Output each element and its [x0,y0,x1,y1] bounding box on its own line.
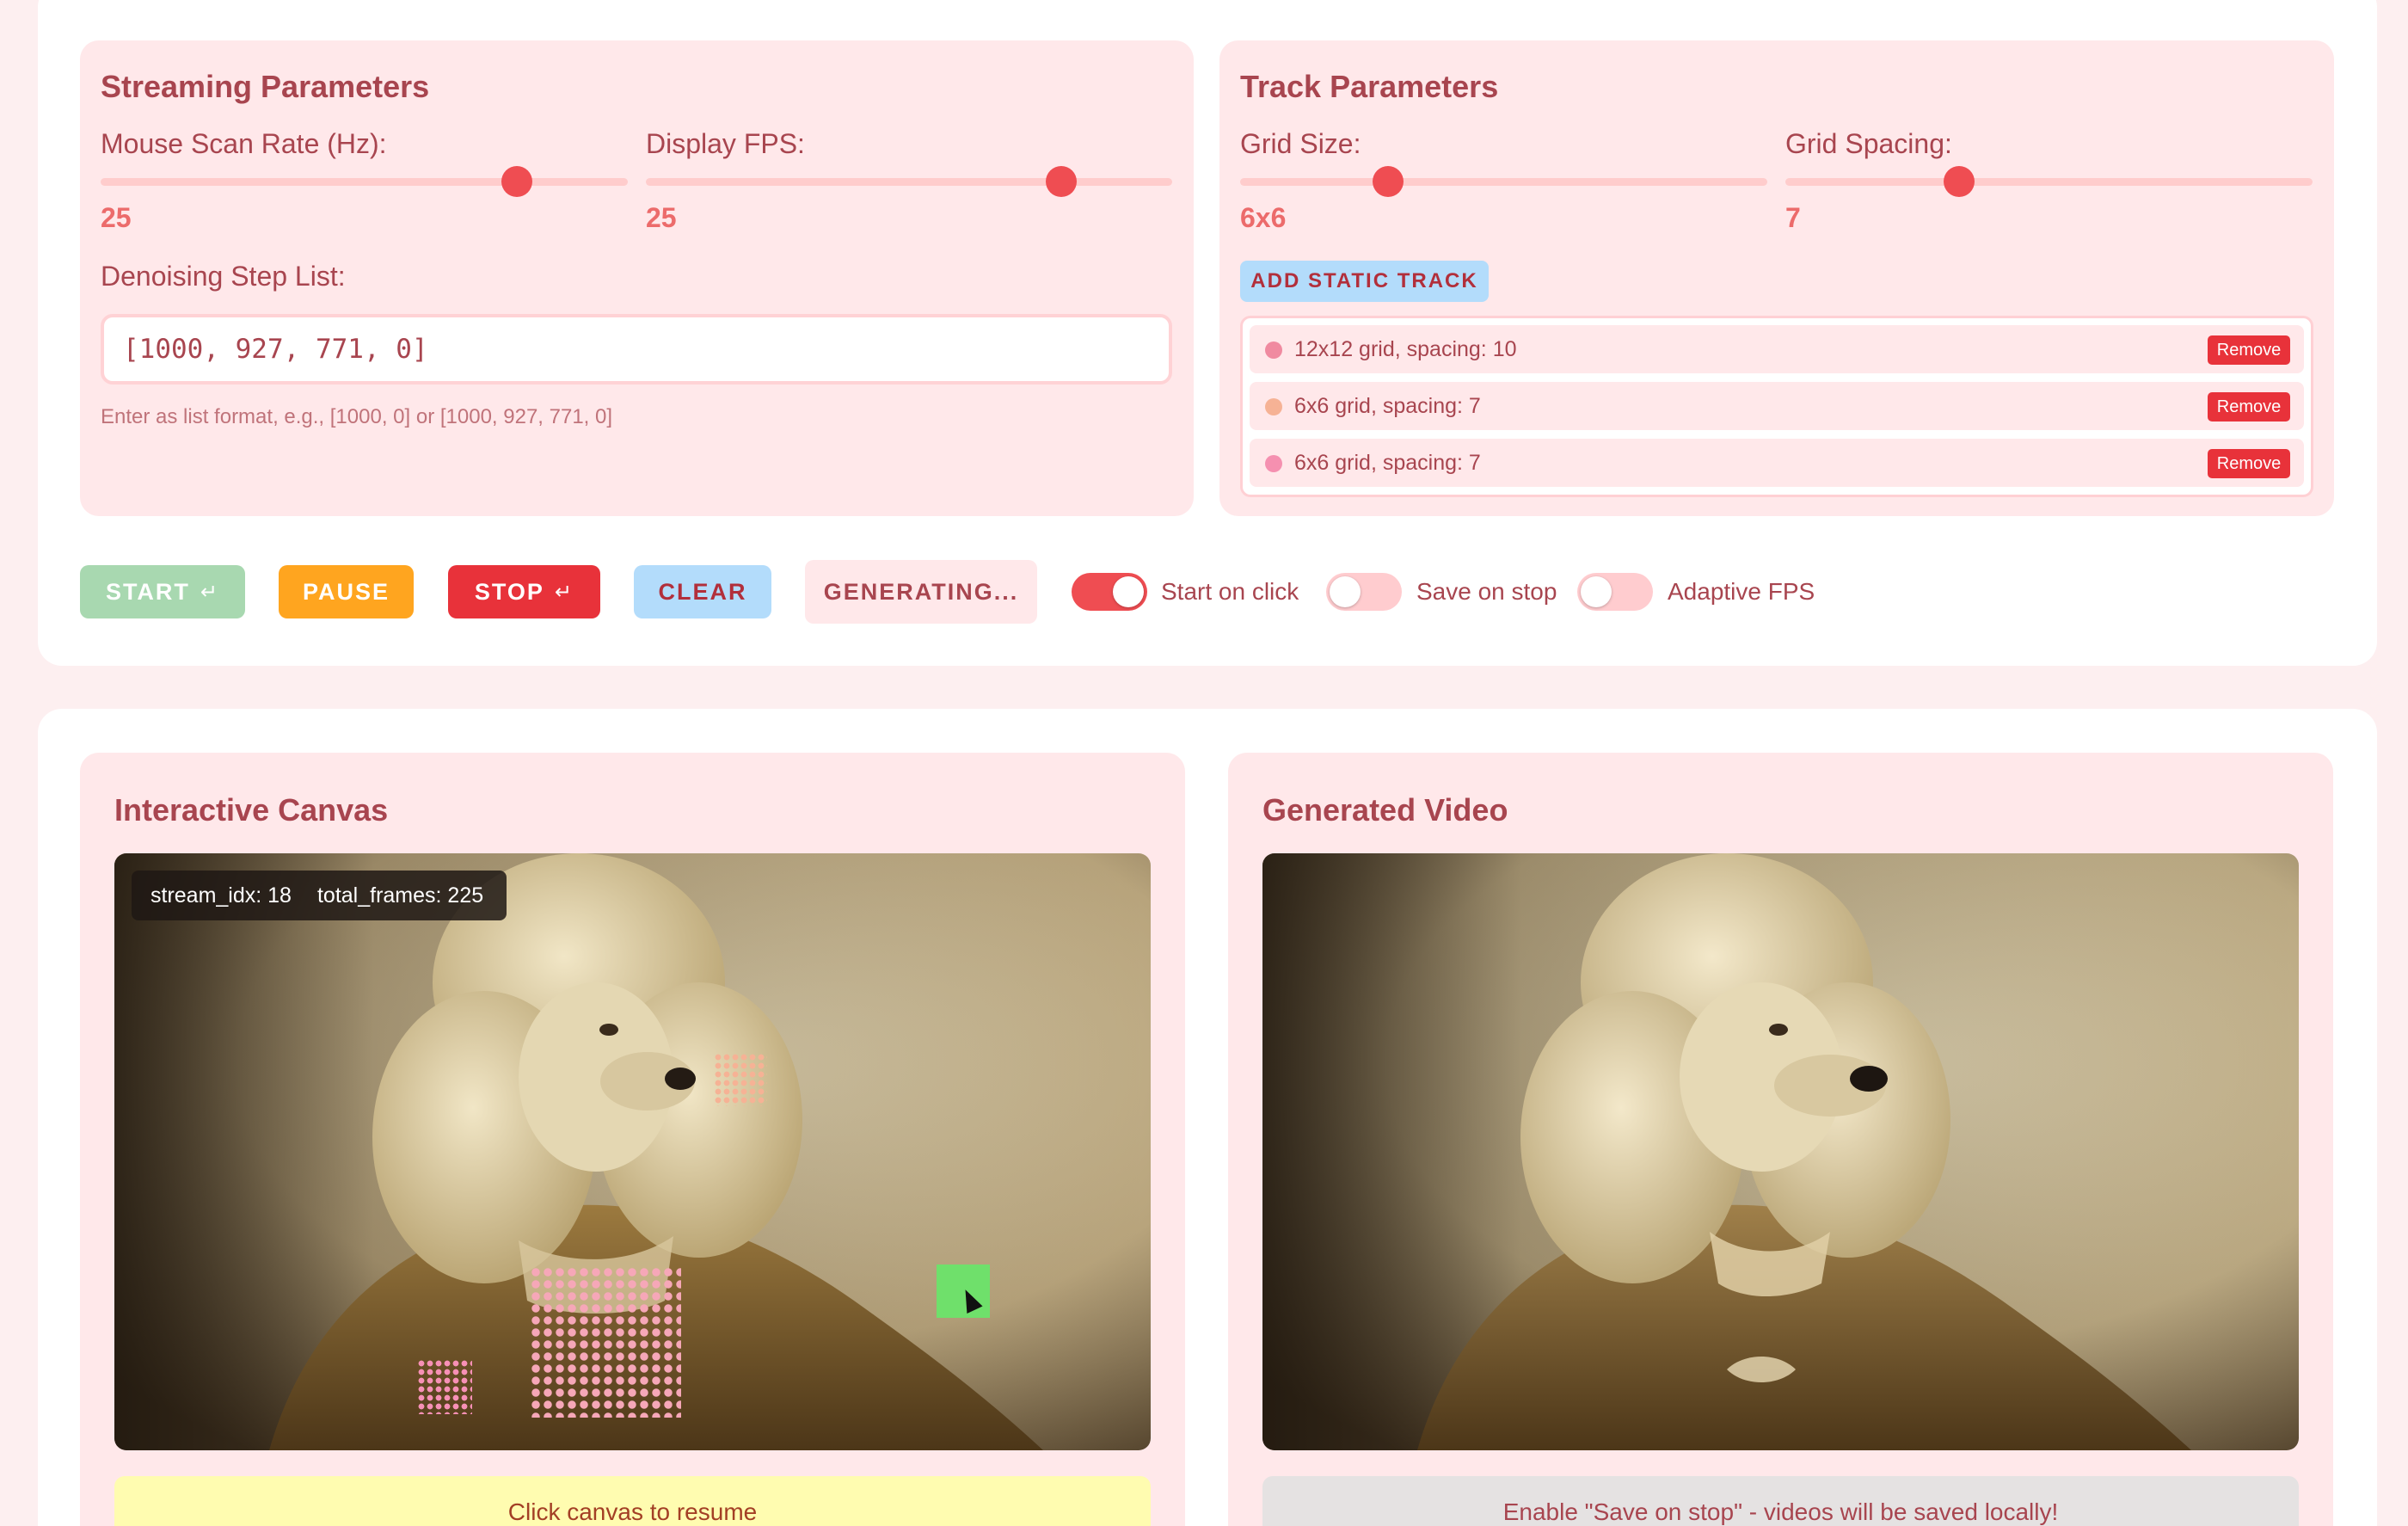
scan-rate-label: Mouse Scan Rate (Hz): [101,128,387,159]
remove-track-button[interactable]: Remove [2208,392,2290,421]
denoise-step-input[interactable]: [1000, 927, 771, 0] [101,314,1172,385]
save-on-stop-toggle[interactable] [1326,573,1402,611]
grid-size-value: 6x6 [1240,202,1287,233]
static-track-list: 12x12 grid, spacing: 10 Remove 6x6 grid,… [1240,316,2313,497]
grid-spacing-value: 7 [1785,202,1801,233]
track-color-dot [1265,342,1282,359]
denoise-hint: Enter as list format, e.g., [1000, 0] or… [101,405,613,428]
grid-marker-nose [714,1053,767,1106]
grid-size-label: Grid Size: [1240,128,1361,159]
denoise-step-value: [1000, 927, 771, 0] [123,334,428,365]
track-item-label: 12x12 grid, spacing: 10 [1294,337,1517,361]
track-item: 6x6 grid, spacing: 7 Remove [1250,439,2304,487]
track-parameters-panel: Track Parameters Grid Size: 6x6 Grid Spa… [1219,40,2334,516]
grid-marker-large [530,1266,681,1418]
slider-track [101,178,628,186]
panel-title: Generated Video [1262,792,1508,828]
stop-button-label: STOP [474,578,544,605]
display-fps-label: Display FPS: [646,128,805,159]
slider-track [646,178,1172,186]
canvas-status-bar[interactable]: Click canvas to resume [114,1476,1151,1526]
display-fps-value: 25 [646,202,677,233]
adaptive-fps-toggle[interactable] [1577,573,1653,611]
streaming-parameters-panel: Streaming Parameters Mouse Scan Rate (Hz… [80,40,1194,516]
enter-icon: ↵ [554,580,574,604]
add-static-track-button[interactable]: ADD STATIC TRACK [1240,261,1489,302]
start-on-click-label: Start on click [1161,578,1299,605]
adaptive-fps-label: Adaptive FPS [1668,578,1815,605]
track-color-dot [1265,398,1282,415]
save-on-stop-label: Save on stop [1416,578,1557,605]
enter-icon: ↵ [200,580,220,604]
slider-track [1785,178,2313,186]
video-status-bar: Enable "Save on stop" - videos will be s… [1262,1476,2299,1526]
generating-status-button: GENERATING... [805,560,1037,624]
scan-rate-value: 25 [101,202,132,233]
slider-thumb[interactable] [501,166,533,197]
track-item: 12x12 grid, spacing: 10 Remove [1250,325,2304,373]
stop-button[interactable]: STOP ↵ [448,565,600,618]
slider-thumb[interactable] [1046,166,1078,197]
clear-button[interactable]: CLEAR [634,565,771,618]
toggle-knob [1330,576,1361,607]
scan-rate-slider[interactable] [101,166,628,197]
slider-track [1240,178,1767,186]
panel-title: Streaming Parameters [101,69,430,104]
slider-thumb[interactable] [1944,166,1975,197]
generated-frame-image [1262,853,2299,1450]
toggle-knob [1113,576,1144,607]
track-item-label: 6x6 grid, spacing: 7 [1294,394,1481,418]
grid-size-slider[interactable] [1240,166,1767,197]
track-item-label: 6x6 grid, spacing: 7 [1294,451,1481,475]
grid-spacing-slider[interactable] [1785,166,2313,197]
track-color-dot [1265,455,1282,472]
stream-index: stream_idx: 18 [150,883,292,908]
canvas-status-text: Click canvas to resume [507,1498,758,1525]
grid-marker-small [417,1359,472,1414]
generated-video-player[interactable] [1262,853,2299,1450]
video-status-text: Enable "Save on stop" - videos will be s… [1502,1498,2059,1525]
denoise-label: Denoising Step List: [101,261,346,292]
stream-stats-overlay: stream_idx: 18 total_frames: 225 [132,871,507,920]
interactive-canvas[interactable] [114,853,1151,1450]
remove-track-button[interactable]: Remove [2208,335,2290,365]
slider-thumb[interactable] [1372,166,1404,197]
display-fps-slider[interactable] [646,166,1172,197]
toggle-knob [1581,576,1612,607]
grid-spacing-label: Grid Spacing: [1785,128,1952,159]
panel-title: Interactive Canvas [114,792,389,828]
start-button[interactable]: START ↵ [80,565,245,618]
total-frames: total_frames: 225 [316,883,484,908]
panel-title: Track Parameters [1240,69,1499,104]
pause-button[interactable]: PAUSE [279,565,414,618]
start-button-label: START [105,578,190,605]
track-item: 6x6 grid, spacing: 7 Remove [1250,382,2304,430]
start-on-click-toggle[interactable] [1072,573,1147,611]
remove-track-button[interactable]: Remove [2208,449,2290,478]
